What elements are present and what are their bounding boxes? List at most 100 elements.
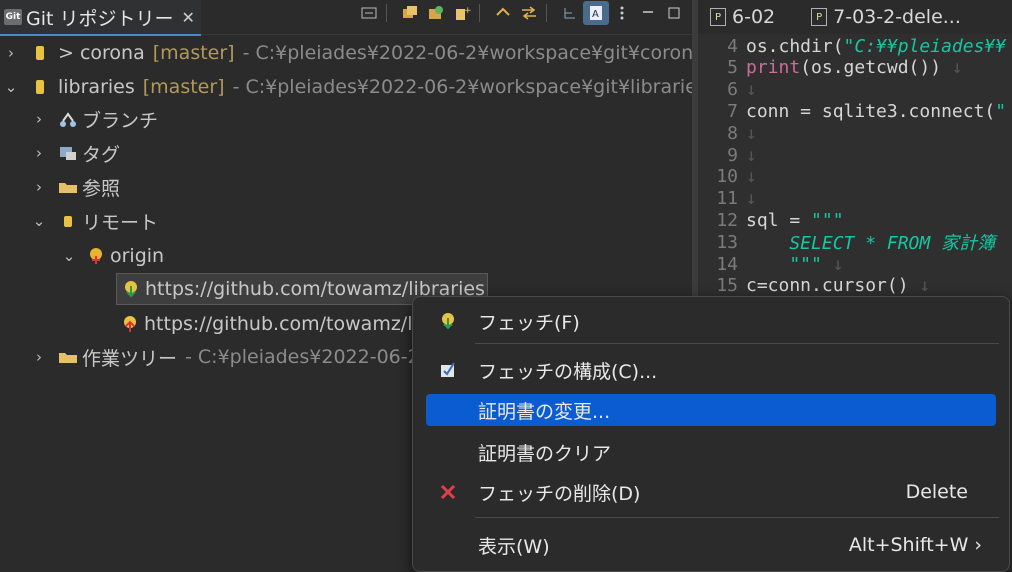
menu-item-no-icon: [436, 398, 460, 422]
editor-tab[interactable]: P 6-02: [710, 6, 775, 28]
line-number: 8: [727, 122, 738, 144]
link-with-editor-icon[interactable]: [490, 1, 516, 25]
filter-icon[interactable]: A: [583, 1, 609, 25]
line-break-marker: ↓: [746, 188, 757, 210]
chevron-down-icon[interactable]: ⌄: [2, 78, 20, 96]
chevron-down-icon[interactable]: ⌄: [60, 247, 78, 265]
close-icon[interactable]: ✕: [182, 8, 195, 27]
python-file-icon: P: [811, 8, 828, 26]
fetch-remote-icon: [121, 279, 141, 299]
keyword: print: [746, 57, 801, 79]
tree-item-libraries[interactable]: ⌄ libraries [master] - C:¥pleiades¥2022-…: [0, 70, 692, 104]
tree-item-origin[interactable]: ⌄ origin: [0, 239, 164, 273]
line-break-marker: ↓: [821, 253, 844, 275]
line-break-marker: ↓: [746, 79, 757, 101]
sync-icon[interactable]: [516, 1, 542, 25]
branches-icon: [58, 109, 78, 129]
folder-icon: [58, 347, 78, 367]
menu-item-configure-fetch[interactable]: フェッチの構成(C)...: [426, 354, 996, 386]
line-number: 11: [716, 188, 738, 210]
view-toolbar: + A: [356, 0, 687, 26]
collapse-all-icon[interactable]: [356, 1, 382, 25]
menu-item-label: フェッチの構成(C)...: [478, 360, 658, 383]
svg-text:A: A: [592, 9, 599, 20]
menu-item-show-in[interactable]: 表示(W) Alt+Shift+W ›: [426, 529, 996, 561]
toolbar-separator: [546, 4, 553, 22]
code-token: (os.getcwd()): [800, 57, 942, 79]
line-number: 6: [727, 79, 738, 101]
code-text: print(os.getcwd()) ↓: [746, 57, 963, 78]
hierarchical-layout-icon[interactable]: [557, 1, 583, 25]
chevron-right-icon[interactable]: ›: [30, 110, 48, 128]
delete-icon: [436, 480, 460, 504]
tree-item-tags[interactable]: › タグ: [0, 136, 120, 170]
code-token: c=conn.cursor(): [746, 275, 909, 297]
code-text: conn = sqlite3.connect(": [746, 101, 1006, 122]
menu-item-delete-fetch[interactable]: フェッチの削除(D) Delete: [426, 476, 996, 508]
code-text: ↓: [746, 123, 757, 144]
menu-separator: [475, 343, 999, 344]
create-repository-icon[interactable]: +: [449, 1, 475, 25]
code-line: 10 ↓: [698, 166, 757, 188]
chevron-right-icon[interactable]: ›: [30, 348, 48, 366]
repository-path: - C:¥pleiades¥2022-06-2¥workspace¥git¥li…: [232, 76, 692, 98]
code-token: conn = sqlite3.connect(: [746, 100, 996, 122]
code-line: 11 ↓: [698, 188, 757, 210]
string-literal: """: [811, 209, 844, 231]
line-number: 12: [716, 209, 738, 231]
push-remote-icon: [120, 314, 140, 334]
maximize-icon[interactable]: [661, 1, 687, 25]
repository-icon: [30, 43, 50, 63]
line-number: 14: [716, 253, 738, 275]
code-token: sql =: [746, 209, 812, 231]
tree-item-remotes[interactable]: ⌄ リモート: [0, 204, 158, 238]
repository-name: corona: [79, 42, 145, 64]
tree-item-references[interactable]: › 参照: [0, 170, 120, 204]
code-line: 9 ↓: [698, 144, 757, 166]
tree-label: タグ: [82, 143, 121, 166]
menu-item-fetch[interactable]: フェッチ(F): [426, 305, 996, 337]
tab-git-repositories[interactable]: Git Git リポジトリー ✕: [0, 0, 201, 36]
editor-tab[interactable]: P 7-03-2-dele...: [811, 6, 961, 28]
clone-repository-icon[interactable]: [397, 1, 423, 25]
repository-prefix: >: [58, 42, 80, 64]
line-number: 9: [727, 144, 738, 166]
menu-item-change-credentials[interactable]: 証明書の変更...: [426, 394, 996, 426]
add-repository-icon[interactable]: [423, 1, 449, 25]
tree-item-corona[interactable]: › > corona [master] - C:¥pleiades¥2022-0…: [0, 36, 692, 70]
code-line: 13 SELECT * FROM 家計簿: [698, 231, 995, 255]
code-line: 8 ↓: [698, 122, 757, 144]
menu-item-no-icon: [436, 533, 460, 557]
code-text: ↓: [746, 79, 757, 100]
code-text: sql = """: [746, 210, 844, 231]
menu-item-no-icon: [436, 440, 460, 464]
line-number: 4: [727, 35, 738, 57]
branch-label: [master]: [152, 42, 235, 64]
chevron-right-icon[interactable]: ›: [30, 144, 48, 162]
tree-label: ブランチ: [82, 109, 159, 132]
chevron-right-icon: ›: [974, 534, 982, 556]
menu-item-clear-credentials[interactable]: 証明書のクリア: [426, 436, 996, 468]
menu-item-label: フェッチの削除(D): [478, 482, 641, 505]
code-token: os.chdir(: [746, 35, 844, 57]
menu-item-label: 表示(W): [478, 535, 550, 558]
tab-label: Git リポジトリー: [26, 7, 174, 30]
svg-text:+: +: [464, 6, 471, 16]
code-text: c=conn.cursor() ↓: [746, 275, 930, 296]
line-number: 5: [727, 57, 738, 79]
line-number: 7: [727, 100, 738, 122]
code-line: 15 c=conn.cursor() ↓: [698, 275, 930, 297]
chevron-down-icon[interactable]: ⌄: [30, 212, 48, 230]
folder-icon: [58, 177, 78, 197]
tree-item-branches[interactable]: › ブランチ: [0, 102, 158, 136]
minimize-icon[interactable]: [635, 1, 661, 25]
code-text: ↓: [746, 166, 757, 187]
chevron-right-icon[interactable]: ›: [2, 44, 20, 62]
menu-item-label: 証明書のクリア: [478, 442, 612, 465]
string-literal: ": [995, 100, 1007, 122]
view-tabbar: Git Git リポジトリー ✕ + A: [0, 0, 692, 36]
code-line: 5 print(os.getcwd()) ↓: [698, 57, 963, 79]
view-menu-icon[interactable]: [609, 1, 635, 25]
chevron-right-icon[interactable]: ›: [30, 178, 48, 196]
toolbar-separator: [386, 4, 393, 22]
